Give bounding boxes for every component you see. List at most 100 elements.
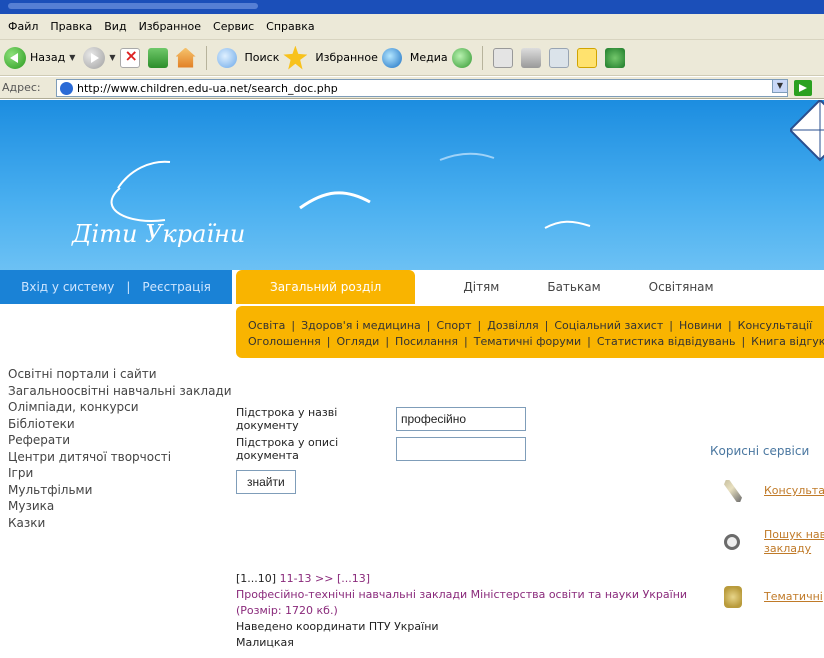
mail-icon[interactable]: [492, 47, 513, 68]
search-button[interactable]: знайти: [236, 470, 296, 494]
sidebar-item-essays[interactable]: Реферати: [8, 432, 230, 449]
desc-search-input[interactable]: [396, 437, 526, 461]
forum-icon: [724, 586, 742, 608]
sidebar-item-olympiads[interactable]: Олімпіади, конкурси: [8, 399, 230, 416]
page-icon: [60, 82, 73, 95]
sidebar-item-fairy-tales[interactable]: Казки: [8, 515, 230, 532]
useful-services: Корисні сервіси Консульта Пошук нав закл…: [710, 444, 824, 608]
subnav-item[interactable]: Тематичні форуми: [474, 335, 581, 348]
login-strip: Вхід у систему | Реєстрація: [0, 270, 232, 304]
back-dropdown-icon[interactable]: ▼: [69, 53, 75, 62]
history-icon[interactable]: [451, 47, 472, 68]
subnav-item[interactable]: Книга відгуків: [751, 335, 824, 348]
sidebar-item-portals[interactable]: Освітні портали і сайти: [8, 366, 230, 383]
menu-file[interactable]: Файл: [8, 20, 38, 33]
menu-edit[interactable]: Правка: [50, 20, 92, 33]
subnav-item[interactable]: Консультації: [738, 319, 813, 332]
home-icon[interactable]: [175, 47, 196, 68]
title-search-input[interactable]: [396, 407, 526, 431]
subnav-separator: |: [464, 335, 468, 348]
subnav-item[interactable]: Новини: [679, 319, 722, 332]
subnav-item[interactable]: Соціальний захист: [554, 319, 663, 332]
login-link[interactable]: Вхід у систему: [21, 280, 114, 294]
subnav-item[interactable]: Здоров'я і медицина: [301, 319, 421, 332]
service-school-search-link[interactable]: Пошук нав: [764, 528, 824, 542]
subnav-separator: |: [727, 319, 732, 332]
result-title-link[interactable]: Професійно-технічні навчальні заклади Мі…: [236, 587, 706, 619]
sidebar-item-cartoons[interactable]: Мультфільми: [8, 482, 230, 499]
go-arrow-icon[interactable]: [794, 80, 812, 96]
sidebar-item-schools[interactable]: Загальноосвітні навчальні заклади: [8, 383, 232, 400]
edit-icon[interactable]: [548, 47, 569, 68]
sidebar-item-creativity-centers[interactable]: Центри дитячої творчості: [8, 449, 230, 466]
subnav-separator: |: [385, 335, 390, 348]
subnav-item[interactable]: Спорт: [437, 319, 472, 332]
subnav-item[interactable]: Освіта: [248, 319, 285, 332]
service-school-search-link-2[interactable]: закладу: [764, 542, 811, 556]
magnifier-icon: [724, 534, 740, 550]
search-icon[interactable]: [216, 47, 237, 68]
site-banner: Діти України: [0, 100, 824, 270]
subnav-separator: |: [326, 335, 331, 348]
subnav-separator: |: [426, 319, 431, 332]
service-forums-link[interactable]: Тематичні: [764, 590, 823, 604]
menu-tools[interactable]: Сервис: [213, 20, 254, 33]
subnav-item[interactable]: Огляди: [336, 335, 379, 348]
service-consultation-link[interactable]: Консульта: [764, 484, 824, 498]
sidebar-menu: Освітні портали і сайти Загальноосвітні …: [8, 366, 232, 532]
tab-children[interactable]: Дітям: [463, 280, 499, 294]
address-dropdown-icon[interactable]: ▼: [772, 79, 788, 93]
pager-last[interactable]: [...13]: [337, 572, 370, 585]
media-button-label[interactable]: Медиа: [410, 51, 448, 64]
pagination: [1...10] 11-13 >> [...13]: [236, 571, 706, 587]
pager-next[interactable]: 11-13 >>: [280, 572, 334, 585]
forward-arrow-icon[interactable]: [83, 46, 106, 69]
tab-general[interactable]: Загальний розділ: [236, 270, 416, 304]
print-icon[interactable]: [520, 47, 541, 68]
subnav-separator: |: [291, 319, 296, 332]
menu-help[interactable]: Справка: [266, 20, 314, 33]
subnav-item[interactable]: Статистика відвідувань: [597, 335, 736, 348]
back-button-label[interactable]: Назад: [30, 51, 65, 64]
toolbar-separator: [205, 45, 207, 70]
back-arrow-icon[interactable]: [4, 46, 26, 69]
menu-favorites[interactable]: Избранное: [139, 20, 201, 33]
subnav-item[interactable]: Оголошення: [248, 335, 321, 348]
sidebar-item-games[interactable]: Ігри: [8, 465, 230, 482]
search-results: [1...10] 11-13 >> [...13] Професійно-тех…: [236, 571, 706, 651]
subnav-separator: |: [741, 335, 746, 348]
favorites-star-icon[interactable]: [283, 45, 308, 70]
notes-icon[interactable]: [576, 47, 597, 68]
register-link[interactable]: Реєстрація: [142, 280, 210, 294]
desc-search-row: Підстрока у описі документа: [236, 434, 526, 464]
subnav-item[interactable]: Посилання: [395, 335, 458, 348]
tab-parents[interactable]: Батькам: [547, 280, 600, 294]
toolbar-separator: [481, 45, 483, 70]
search-button-label[interactable]: Поиск: [245, 51, 280, 64]
refresh-icon[interactable]: [147, 47, 168, 68]
menu-view[interactable]: Вид: [104, 20, 126, 33]
site-logo[interactable]: Діти України: [72, 220, 245, 248]
result-author: Малицкая: [236, 636, 294, 649]
favorites-button-label[interactable]: Избранное: [315, 51, 377, 64]
address-input[interactable]: http://www.children.edu-ua.net/search_do…: [56, 79, 788, 97]
subnav-row-2: Оголошення | Огляди | Посилання | Тематичні фо…: [248, 334, 824, 350]
sidebar-item-libraries[interactable]: Бібліотеки: [8, 416, 230, 433]
desc-search-label: Підстрока у описі документа: [236, 436, 339, 462]
search-form: Підстрока у назві документу Підстрока у …: [236, 404, 526, 494]
sidebar-item-music[interactable]: Музика: [8, 498, 230, 515]
messenger-icon[interactable]: [604, 47, 625, 68]
media-icon[interactable]: [381, 47, 402, 68]
title-search-label: Підстрока у назві документу: [236, 406, 338, 432]
menu-bar: Файл Правка Вид Избранное Сервис Справка: [0, 14, 824, 40]
result-description: Наведено координати ПТУ України: [236, 620, 439, 633]
stop-icon[interactable]: [119, 46, 140, 68]
subnav-separator: |: [587, 335, 591, 348]
main-nav-tabs: Загальний розділ Дітям Батькам Освітянам: [236, 270, 824, 304]
forward-dropdown-icon[interactable]: ▼: [109, 53, 115, 62]
address-bar: Адрес: http://www.children.edu-ua.net/se…: [0, 77, 824, 99]
pencil-icon: [724, 480, 742, 502]
subnav-item[interactable]: Дозвілля: [487, 319, 538, 332]
tab-educators[interactable]: Освітянам: [649, 280, 714, 294]
services-title: Корисні сервіси: [710, 444, 810, 458]
